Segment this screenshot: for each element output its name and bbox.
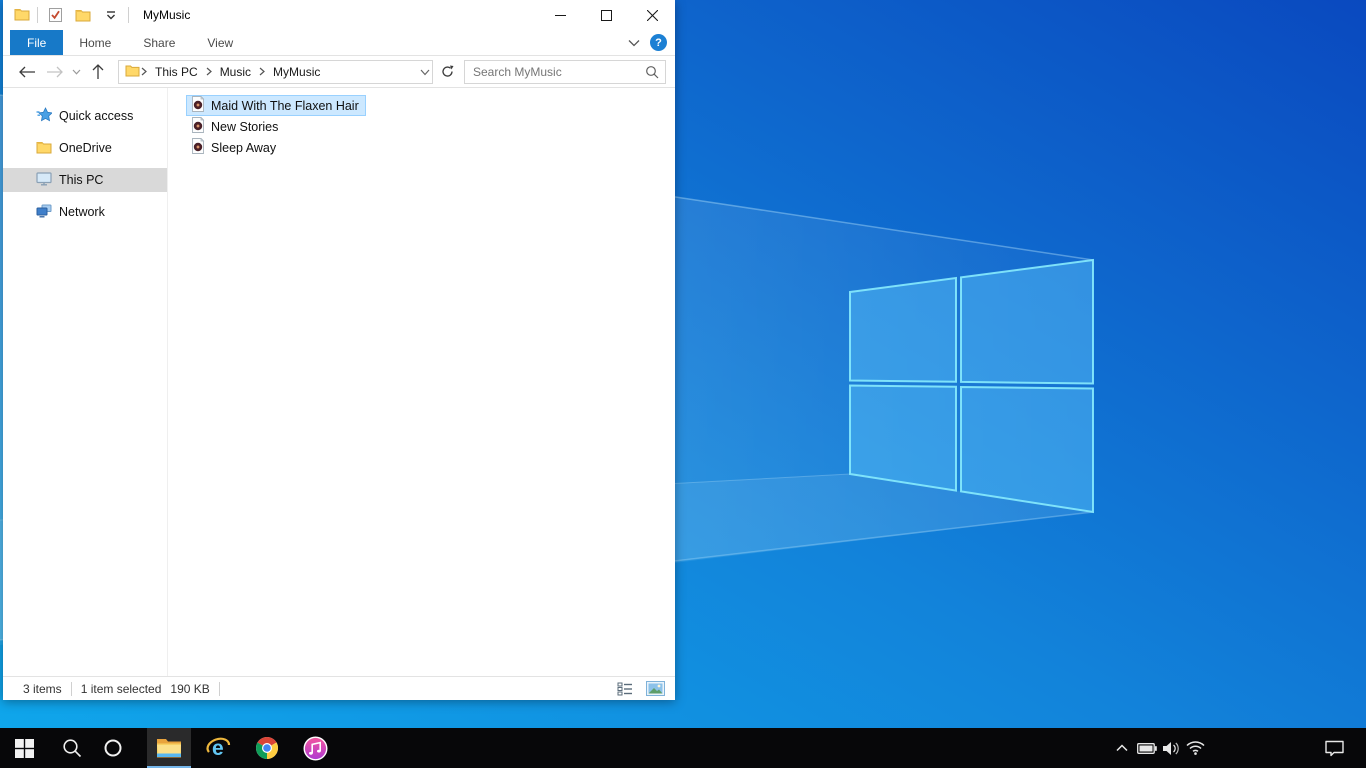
explorer-window: MyMusic File Home Share View ? This PC M… (3, 0, 675, 700)
tab-view[interactable]: View (191, 30, 249, 55)
address-dropdown-button[interactable] (420, 65, 430, 79)
file-item-sleep-away[interactable]: Sleep Away (186, 137, 283, 158)
forward-button[interactable] (42, 59, 68, 85)
breadcrumb: This PC Music MyMusic (140, 65, 325, 79)
chevron-right-icon (140, 67, 148, 76)
notification-icon (1324, 740, 1344, 756)
details-view-button[interactable] (613, 679, 637, 698)
start-button[interactable] (2, 728, 46, 768)
tab-share[interactable]: Share (127, 30, 191, 55)
network-icon (36, 204, 52, 221)
back-button[interactable] (12, 59, 42, 85)
music-file-icon (190, 137, 206, 157)
taskbar-search-button[interactable] (50, 728, 94, 768)
title-bar[interactable]: MyMusic (3, 0, 675, 30)
internet-explorer-icon: e (206, 737, 231, 760)
onedrive-folder-icon (36, 140, 52, 157)
recent-locations-button[interactable] (68, 59, 84, 85)
windows-logo-icon (14, 738, 34, 758)
new-folder-button[interactable] (73, 5, 93, 25)
sidebar-item-network[interactable]: Network (3, 200, 167, 224)
cortana-ring-icon (104, 739, 122, 757)
file-item-maid-with-the-flaxen-hair[interactable]: Maid With The Flaxen Hair (186, 95, 366, 116)
refresh-button[interactable] (436, 60, 458, 84)
address-folder-icon (125, 64, 140, 80)
sidebar-item-onedrive[interactable]: OneDrive (3, 136, 167, 160)
search-icon (63, 739, 82, 758)
expand-ribbon-button[interactable] (628, 36, 640, 50)
file-list: Maid With The Flaxen Hair New Stories Sl… (186, 95, 366, 158)
battery-icon[interactable] (1135, 728, 1159, 768)
sidebar-item-label: Network (59, 205, 105, 219)
navigation-pane: Quick access OneDrive This PC Network (3, 88, 168, 676)
sidebar-item-this-pc[interactable]: This PC (3, 168, 167, 192)
search-input[interactable] (473, 64, 641, 79)
chevron-up-icon (1116, 744, 1128, 752)
tab-file[interactable]: File (10, 30, 64, 55)
close-button[interactable] (629, 0, 675, 30)
taskbar-internet-explorer-button[interactable]: e (197, 728, 241, 768)
up-button[interactable] (84, 59, 112, 85)
taskbar: e (0, 728, 1366, 768)
divider (70, 681, 72, 696)
divider (218, 681, 220, 696)
file-explorer-icon (157, 739, 181, 758)
chevron-right-icon (258, 67, 266, 76)
address-bar[interactable]: This PC Music MyMusic (118, 59, 433, 84)
music-file-icon (190, 116, 206, 136)
itunes-icon (303, 736, 327, 760)
sidebar-item-quick-access[interactable]: Quick access (3, 104, 167, 128)
quick-access-toolbar (45, 5, 121, 25)
action-center-button[interactable] (1320, 728, 1348, 768)
file-name: New Stories (211, 119, 279, 134)
chrome-icon (256, 737, 278, 759)
large-icons-view-button[interactable] (643, 679, 667, 698)
music-file-icon (190, 95, 206, 115)
customize-quick-access-button[interactable] (101, 5, 121, 25)
content-area: Quick access OneDrive This PC Network Ma… (3, 88, 675, 676)
taskbar-itunes-button[interactable] (293, 728, 337, 768)
minimize-button[interactable] (537, 0, 583, 30)
properties-button[interactable] (45, 5, 65, 25)
window-controls (537, 0, 675, 30)
tray-expand-button[interactable] (1112, 728, 1132, 768)
navigation-bar: This PC Music MyMusic (3, 56, 675, 88)
window-title: MyMusic (143, 8, 191, 22)
sidebar-item-label: Quick access (59, 109, 134, 123)
divider (37, 7, 38, 23)
window-folder-icon (14, 7, 30, 24)
quick-access-star-icon (36, 107, 53, 125)
file-name: Maid With The Flaxen Hair (211, 98, 359, 113)
breadcrumb-music[interactable]: Music (215, 65, 256, 79)
maximize-button[interactable] (583, 0, 629, 30)
breadcrumb-mymusic[interactable]: MyMusic (268, 65, 325, 79)
sidebar-item-label: This PC (59, 173, 104, 187)
breadcrumb-this-pc[interactable]: This PC (150, 65, 203, 79)
items-count: 3 items (23, 681, 62, 696)
ribbon-tabs: File Home Share View (3, 30, 675, 56)
desktop[interactable]: MyMusic File Home Share View ? This PC M… (0, 0, 1366, 768)
this-pc-monitor-icon (36, 171, 52, 189)
chevron-right-icon (205, 67, 213, 76)
file-name: Sleep Away (211, 140, 277, 155)
status-bar: 3 items 1 item selected 190 KB (3, 676, 675, 700)
search-box (464, 59, 666, 84)
volume-icon[interactable] (1159, 728, 1183, 768)
selection-size: 190 KB (170, 681, 210, 696)
divider (128, 7, 129, 23)
tab-home[interactable]: Home (63, 30, 127, 55)
taskbar-file-explorer-button[interactable] (147, 728, 191, 768)
taskbar-chrome-button[interactable] (245, 728, 289, 768)
file-item-new-stories[interactable]: New Stories (186, 116, 285, 137)
sidebar-item-label: OneDrive (59, 141, 112, 155)
svg-text:e: e (212, 737, 224, 760)
wifi-icon[interactable] (1183, 728, 1207, 768)
search-icon[interactable] (645, 65, 659, 82)
cortana-button[interactable] (91, 728, 135, 768)
selection-count: 1 item selected (80, 681, 162, 696)
help-button[interactable]: ? (650, 34, 667, 51)
